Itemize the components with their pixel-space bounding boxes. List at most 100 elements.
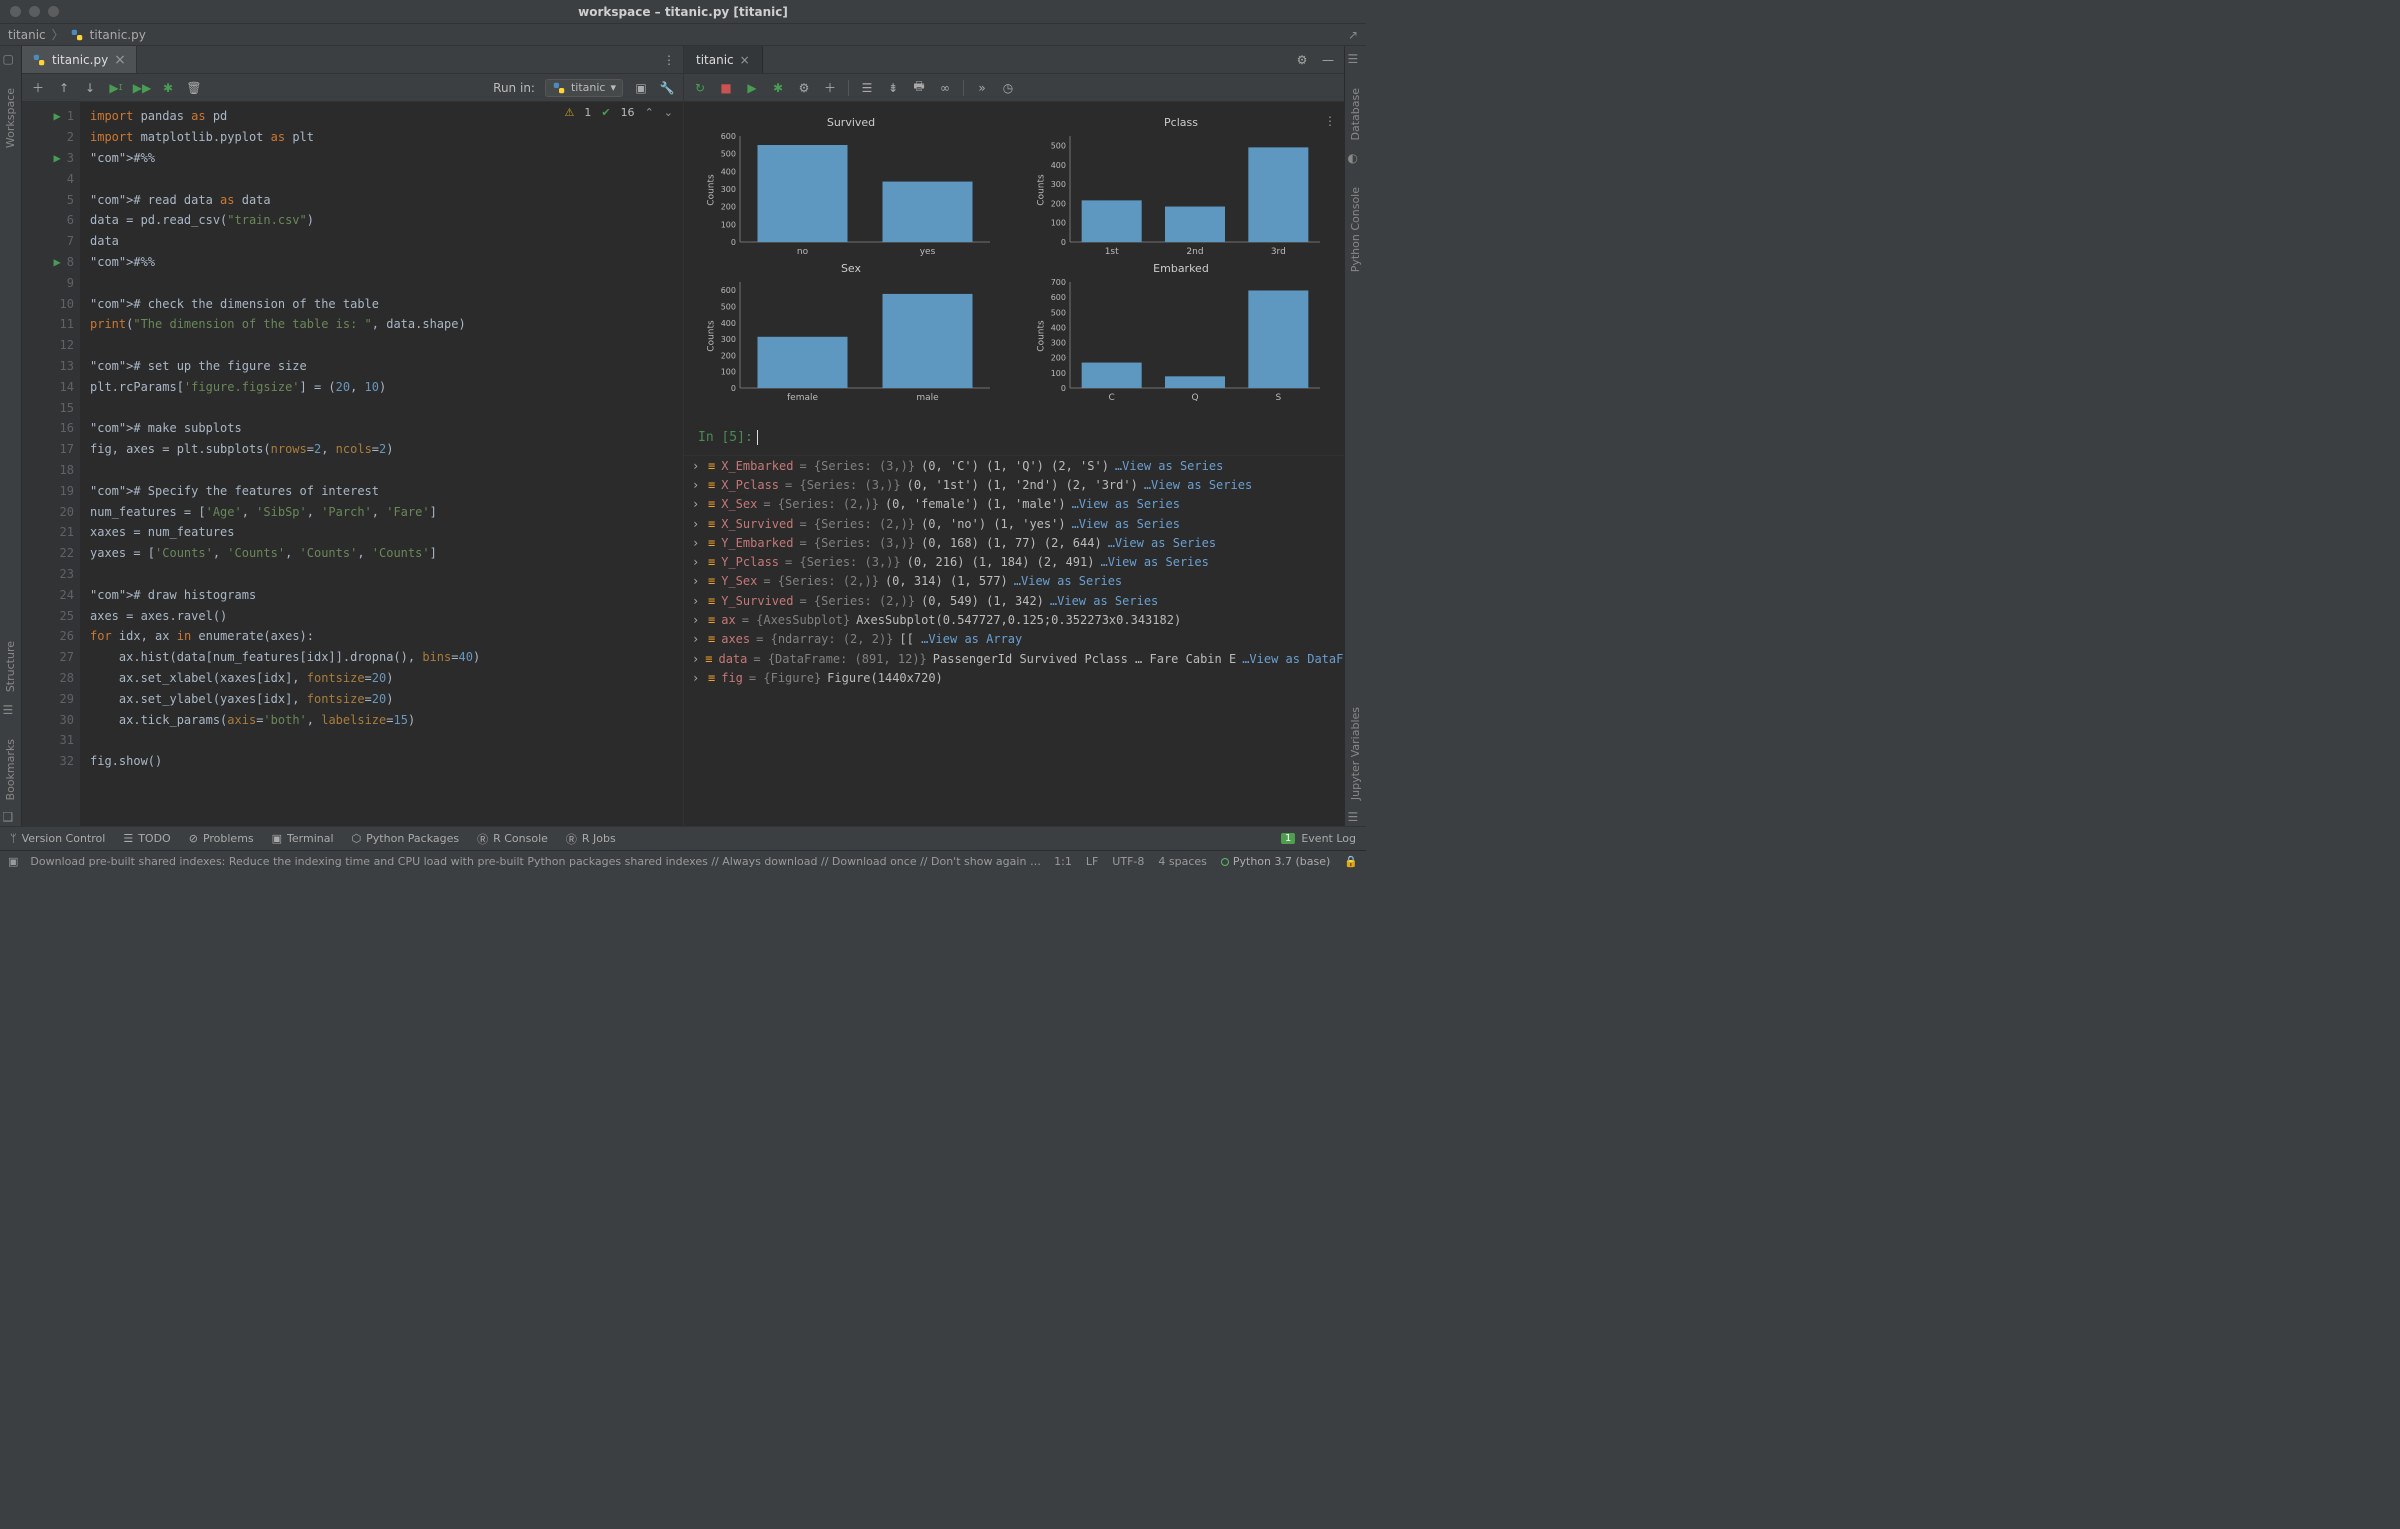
- link-icon[interactable]: ∞: [937, 80, 953, 96]
- r-jobs-tool[interactable]: ⓇR Jobs: [566, 831, 616, 847]
- minimize-window-icon[interactable]: [29, 6, 40, 17]
- open-console-icon[interactable]: ▣: [633, 80, 649, 96]
- code-line[interactable]: fig.show(): [90, 751, 683, 772]
- status-message[interactable]: Download pre-built shared indexes: Reduc…: [30, 855, 1042, 868]
- view-as-link[interactable]: …View as DataFrame: [1242, 652, 1344, 666]
- chevron-right-icon[interactable]: ›: [692, 517, 702, 531]
- add-cell-icon[interactable]: ＋: [30, 80, 46, 96]
- gutter-line[interactable]: 26: [22, 626, 80, 647]
- debug-cell-icon[interactable]: ✱: [160, 80, 176, 96]
- gutter-line[interactable]: 15: [22, 397, 80, 418]
- interpreter-widget[interactable]: Python 3.7 (base): [1221, 855, 1330, 868]
- console-prompt[interactable]: In [5]:: [684, 412, 1344, 455]
- database-tool[interactable]: Database: [1349, 88, 1362, 141]
- view-as-link[interactable]: …View as Series: [1050, 594, 1158, 608]
- variable-row[interactable]: › ≡ Y_Pclass = {Series: (3,)} (0, 216) (…: [684, 552, 1344, 571]
- code-line[interactable]: [90, 460, 683, 481]
- view-as-link[interactable]: …View as Series: [1108, 536, 1216, 550]
- code-line[interactable]: axes = axes.ravel(): [90, 605, 683, 626]
- lock-icon[interactable]: 🔒: [1344, 855, 1358, 868]
- gutter-line[interactable]: 24: [22, 584, 80, 605]
- code-line[interactable]: "com"># check the dimension of the table: [90, 293, 683, 314]
- event-log-tool[interactable]: Event Log: [1301, 832, 1356, 845]
- notification-icon[interactable]: ▣: [8, 855, 18, 868]
- chevron-right-icon[interactable]: ›: [692, 594, 702, 608]
- view-as-link[interactable]: …View as Series: [1144, 478, 1252, 492]
- vcs-tool[interactable]: ᛘVersion Control: [10, 832, 105, 845]
- clock-icon[interactable]: ◷: [1000, 80, 1016, 96]
- jupyter-vars-tool[interactable]: Jupyter Variables: [1349, 707, 1362, 800]
- toggle-output-icon[interactable]: ⇟: [885, 80, 901, 96]
- gutter-line[interactable]: 10: [22, 293, 80, 314]
- python-packages-tool[interactable]: ⬡Python Packages: [352, 832, 460, 845]
- gutter-line[interactable]: 19: [22, 480, 80, 501]
- gutter-line[interactable]: 28: [22, 668, 80, 689]
- gutter-line[interactable]: 13: [22, 356, 80, 377]
- gutter-line[interactable]: 12: [22, 335, 80, 356]
- gutter-line[interactable]: 6: [22, 210, 80, 231]
- variable-row[interactable]: › ≡ Y_Sex = {Series: (2,)} (0, 314) (1, …: [684, 572, 1344, 591]
- code-line[interactable]: "com"># Specify the features of interest: [90, 480, 683, 501]
- structure-tool[interactable]: Structure: [4, 641, 17, 692]
- open-in-new-icon[interactable]: ↗: [1348, 28, 1358, 42]
- code-line[interactable]: print("The dimension of the table is: ",…: [90, 314, 683, 335]
- gutter-line[interactable]: 7: [22, 231, 80, 252]
- chevron-right-icon[interactable]: ›: [692, 478, 702, 492]
- database-icon[interactable]: ☰: [1348, 52, 1364, 68]
- caret-position[interactable]: 1:1: [1054, 855, 1072, 868]
- gutter-line[interactable]: 16: [22, 418, 80, 439]
- code-line[interactable]: [90, 272, 683, 293]
- zoom-window-icon[interactable]: [48, 6, 59, 17]
- code-line[interactable]: ax.set_xlabel(xaxes[idx], fontsize=20): [90, 668, 683, 689]
- python-icon[interactable]: ◐: [1348, 151, 1364, 167]
- code-line[interactable]: ax.set_ylabel(yaxes[idx], fontsize=20): [90, 688, 683, 709]
- chevron-up-icon[interactable]: ⌃: [645, 106, 654, 119]
- gutter-line[interactable]: 9: [22, 272, 80, 293]
- todo-tool[interactable]: ☰TODO: [123, 832, 170, 845]
- debug-icon[interactable]: ✱: [770, 80, 786, 96]
- inspections-widget[interactable]: ⚠ 1 ✔ 16 ⌃ ⌄: [564, 106, 673, 119]
- chevron-right-icon[interactable]: ›: [692, 555, 702, 569]
- gutter-line[interactable]: 29: [22, 688, 80, 709]
- print-icon[interactable]: 🖶: [911, 80, 927, 96]
- workspace-tool[interactable]: Workspace: [4, 88, 17, 148]
- gutter-line[interactable]: 21: [22, 522, 80, 543]
- r-console-tool[interactable]: ⓇR Console: [477, 831, 548, 847]
- gutter-line[interactable]: 14: [22, 376, 80, 397]
- chevron-right-icon[interactable]: ›: [692, 497, 702, 511]
- structure-icon[interactable]: ☰: [3, 703, 19, 719]
- variable-row[interactable]: › ≡ fig = {Figure} Figure(1440x720): [684, 668, 1344, 687]
- bookmarks-tool[interactable]: Bookmarks: [4, 739, 17, 800]
- run-all-icon[interactable]: ▶▶: [134, 80, 150, 96]
- code-line[interactable]: "com">#%%: [90, 148, 683, 169]
- gutter-line[interactable]: 2: [22, 127, 80, 148]
- chevron-right-icon[interactable]: ›: [692, 671, 702, 685]
- close-tab-icon[interactable]: ×: [114, 52, 126, 68]
- chevron-right-icon[interactable]: ›: [692, 632, 702, 646]
- code-line[interactable]: xaxes = num_features: [90, 522, 683, 543]
- code-line[interactable]: for idx, ax in enumerate(axes):: [90, 626, 683, 647]
- code-line[interactable]: [90, 730, 683, 751]
- code-line[interactable]: yaxes = ['Counts', 'Counts', 'Counts', '…: [90, 543, 683, 564]
- add-icon[interactable]: ＋: [822, 80, 838, 96]
- code-line[interactable]: ax.hist(data[num_features[idx]].dropna()…: [90, 647, 683, 668]
- minimize-icon[interactable]: —: [1320, 52, 1336, 68]
- code-line[interactable]: [90, 564, 683, 585]
- code-line[interactable]: data: [90, 231, 683, 252]
- variable-row[interactable]: › ≡ X_Sex = {Series: (2,)} (0, 'female')…: [684, 495, 1344, 514]
- rerun-icon[interactable]: ↻: [692, 80, 708, 96]
- view-as-link[interactable]: …View as Series: [1072, 497, 1180, 511]
- terminal-tool[interactable]: ▣Terminal: [272, 832, 334, 845]
- delete-cell-icon[interactable]: 🗑: [186, 80, 202, 96]
- view-as-link[interactable]: …View as Array: [921, 632, 1022, 646]
- code-line[interactable]: fig, axes = plt.subplots(nrows=2, ncols=…: [90, 439, 683, 460]
- code-line[interactable]: data = pd.read_csv("train.csv"): [90, 210, 683, 231]
- gutter-line[interactable]: 5: [22, 189, 80, 210]
- gutter-line[interactable]: 18: [22, 460, 80, 481]
- gutter-line[interactable]: 32: [22, 751, 80, 772]
- variable-row[interactable]: › ≡ axes = {ndarray: (2, 2)} [[ …View as…: [684, 630, 1344, 649]
- run-target-select[interactable]: titanic ▾: [545, 79, 623, 97]
- breadcrumb-project[interactable]: titanic: [8, 28, 46, 42]
- table-icon[interactable]: ☰: [1348, 810, 1364, 826]
- gutter-line[interactable]: 23: [22, 564, 80, 585]
